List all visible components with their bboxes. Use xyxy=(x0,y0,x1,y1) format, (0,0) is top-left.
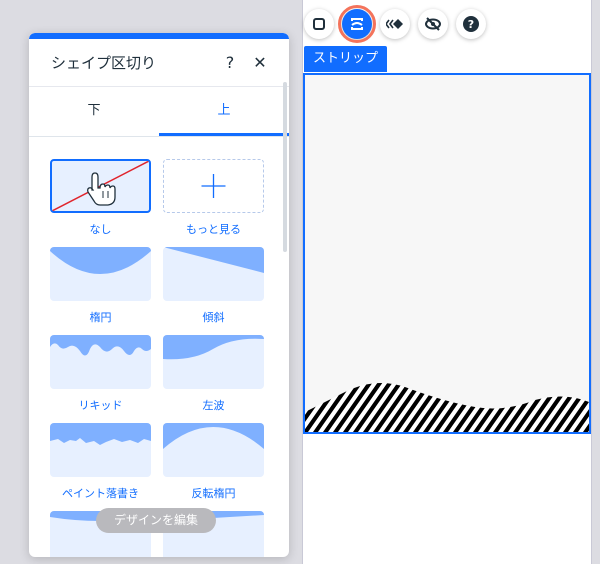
shape-option-paint-scribble[interactable]: ペイント落書き xyxy=(50,423,151,501)
shape-thumb[interactable] xyxy=(50,247,151,301)
shape-thumb[interactable] xyxy=(163,247,264,301)
shape-thumb[interactable] xyxy=(50,335,151,389)
shape-divider-panel: シェイプ区切り ? ✕ 下 上 なし もっと見る 楕円 傾斜 リキッド 左波 ペ… xyxy=(29,33,289,557)
shape-divider-icon[interactable] xyxy=(338,5,376,43)
shape-option-inverted-ellipse[interactable]: 反転楕円 xyxy=(163,423,264,501)
square-icon[interactable] xyxy=(304,9,334,39)
tab-top[interactable]: 上 xyxy=(159,87,289,136)
shape-label: リキッド xyxy=(78,399,123,412)
shape-thumb[interactable] xyxy=(50,423,151,477)
shape-label: なし xyxy=(89,223,112,236)
svg-text:?: ? xyxy=(468,18,474,31)
panel-title: シェイプ区切り xyxy=(51,54,157,72)
hand-cursor-icon xyxy=(87,172,116,206)
animation-icon[interactable] xyxy=(380,9,410,39)
panel-header[interactable]: シェイプ区切り ? ✕ xyxy=(29,39,289,87)
edit-design-button[interactable]: デザインを編集 xyxy=(96,508,216,533)
shape-label: 楕円 xyxy=(89,311,112,324)
more-shapes-thumb[interactable] xyxy=(163,159,264,213)
shape-label: もっと見る xyxy=(186,223,241,236)
close-button[interactable]: ✕ xyxy=(249,53,271,72)
shape-grid: なし もっと見る 楕円 傾斜 リキッド 左波 ペイント落書き 反転楕円 xyxy=(29,137,289,557)
strip-section[interactable] xyxy=(303,73,591,434)
canvas-margin xyxy=(592,0,600,564)
panel-scrollbar[interactable] xyxy=(283,82,287,252)
shape-label: 左波 xyxy=(202,399,225,412)
help-button[interactable]: ? xyxy=(219,53,241,72)
shape-thumb[interactable] xyxy=(163,335,264,389)
shape-label: 傾斜 xyxy=(202,311,225,324)
shape-option-slope[interactable]: 傾斜 xyxy=(163,247,264,325)
shape-option-liquid[interactable]: リキッド xyxy=(50,335,151,413)
help-icon[interactable]: ? xyxy=(456,9,486,39)
tab-bar: 下 上 xyxy=(29,87,289,137)
shape-label: 反転楕円 xyxy=(191,487,236,500)
shape-option-ellipse[interactable]: 楕円 xyxy=(50,247,151,325)
shape-label: ペイント落書き xyxy=(62,487,139,500)
zebra-wave-divider xyxy=(305,383,589,432)
shape-thumb[interactable] xyxy=(163,423,264,477)
shape-option-more[interactable]: もっと見る xyxy=(163,159,264,237)
hide-icon[interactable] xyxy=(418,9,448,39)
shape-option-none[interactable]: なし xyxy=(50,159,151,237)
tab-bottom[interactable]: 下 xyxy=(29,87,159,136)
plus-icon xyxy=(201,174,226,198)
element-toolbar: ? xyxy=(302,5,486,43)
strip-label[interactable]: ストリップ xyxy=(304,46,388,72)
shape-option-left-wave[interactable]: 左波 xyxy=(163,335,264,413)
shape-thumb[interactable] xyxy=(50,159,151,213)
